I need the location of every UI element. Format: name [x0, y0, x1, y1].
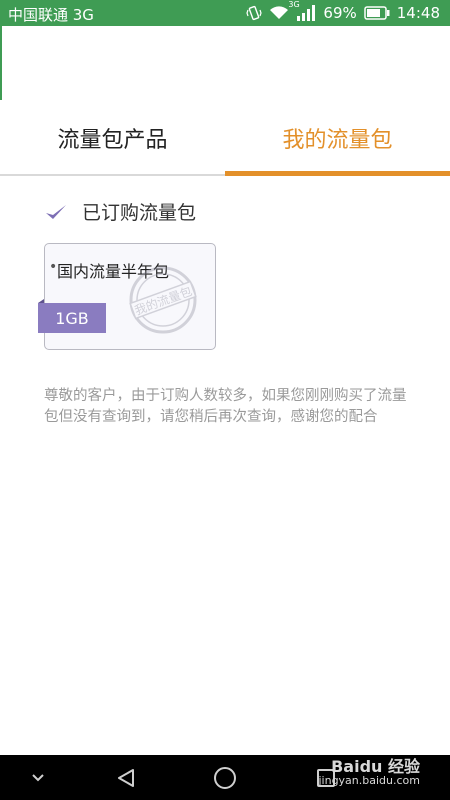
- tab-my-packages[interactable]: 我的流量包: [225, 100, 450, 176]
- status-bar: 中国联通 3G 3G 69% 14:48: [0, 0, 450, 26]
- home-icon[interactable]: [209, 755, 241, 800]
- vibrate-icon: [246, 5, 263, 21]
- stamp-text: 我的流量包: [132, 283, 194, 318]
- checkmark-icon: [44, 200, 68, 224]
- notice-text: 尊敬的客户，由于订购人数较多，如果您刚刚购买了流量包但没有查询到，请您稍后再次查…: [44, 388, 407, 425]
- chevron-down-icon[interactable]: [22, 755, 54, 800]
- tab-bar: 流量包产品 我的流量包: [0, 100, 450, 176]
- network-type-badge: 3G: [288, 0, 300, 9]
- package-size-tag: 1GB: [38, 303, 106, 333]
- watermark-brand: Baidu 经验: [331, 757, 420, 776]
- tab-products[interactable]: 流量包产品: [0, 100, 225, 176]
- signal-icon: 3G: [288, 0, 316, 21]
- accent-line: [0, 26, 2, 100]
- baidu-watermark: Baidu 经验 jingyan.baidu.com: [318, 757, 420, 788]
- subscribed-section-header: 已订购流量包: [44, 198, 196, 225]
- active-tab-indicator: [225, 171, 450, 176]
- status-icons: 3G 69% 14:48: [246, 0, 440, 22]
- stamp-icon: 我的流量包: [127, 264, 199, 336]
- watermark-url: jingyan.baidu.com: [318, 774, 420, 787]
- wifi-icon: [269, 5, 289, 21]
- battery-icon: [364, 6, 390, 20]
- package-card[interactable]: • 国内流量半年包 我的流量包: [44, 243, 216, 350]
- tab-divider: [0, 174, 225, 176]
- carrier-label: 中国联通 3G: [8, 6, 94, 24]
- battery-percent: 69%: [323, 4, 357, 22]
- back-icon[interactable]: [110, 755, 142, 800]
- clock: 14:48: [396, 4, 440, 22]
- section-heading: 已订购流量包: [82, 202, 197, 224]
